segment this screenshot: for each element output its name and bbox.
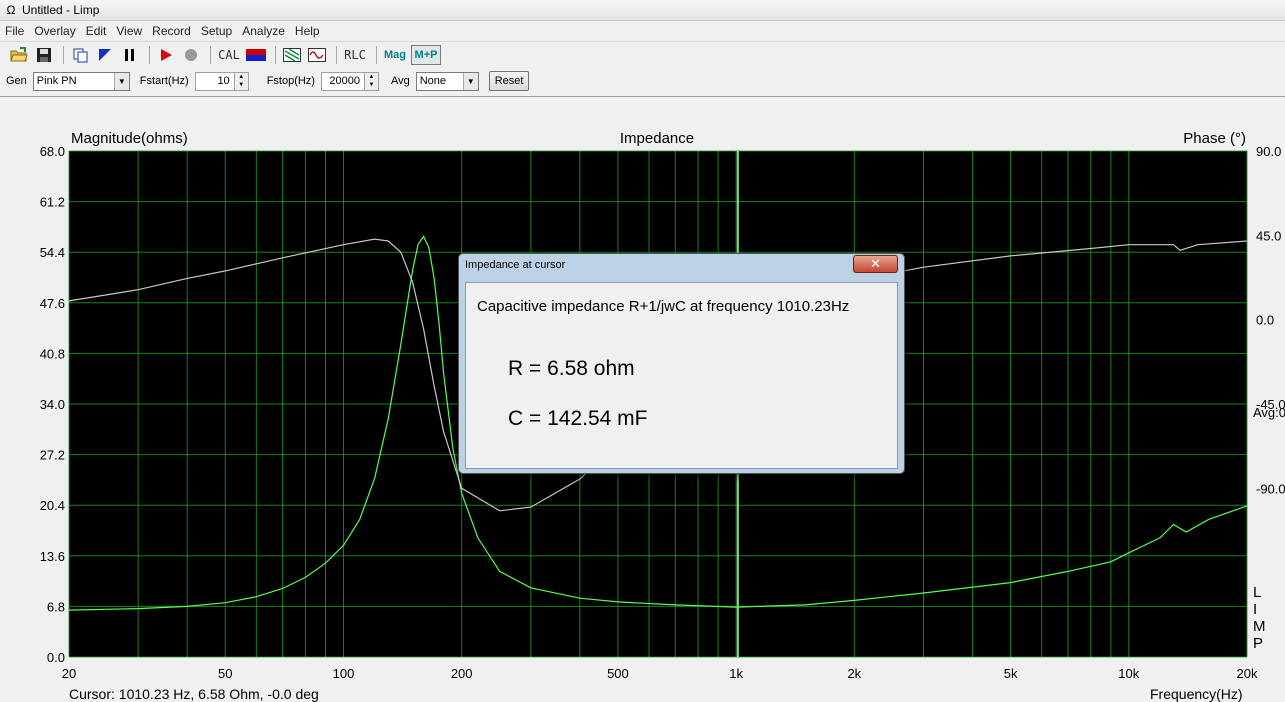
impedance-description: Capacitive impedance R+1/jwC at frequenc…	[477, 298, 850, 315]
menu-analyze[interactable]: Analyze	[237, 24, 290, 38]
y-tick-label: 13.6	[40, 549, 65, 564]
toolbar-separator	[210, 45, 211, 64]
menu-setup[interactable]: Setup	[196, 24, 237, 38]
menu-overlay[interactable]: Overlay	[29, 24, 80, 38]
pause-icon[interactable]	[119, 44, 141, 66]
y-tick-label: 27.2	[40, 448, 65, 463]
stop-icon[interactable]	[180, 44, 202, 66]
y-tick-label: 68.0	[40, 144, 65, 159]
x-tick-label: 10k	[1118, 666, 1139, 681]
chart-y2label: Phase (°)	[1183, 130, 1246, 147]
y-tick-label: 61.2	[40, 195, 65, 210]
menu-bar: File Overlay Edit View Record Setup Anal…	[0, 21, 1285, 41]
avg-label: Avg	[390, 75, 410, 87]
y-tick-label: 6.8	[47, 599, 65, 614]
fstop-label: Fstop(Hz)	[266, 75, 315, 87]
toolbar-separator	[336, 45, 337, 64]
app-icon: Ω	[6, 3, 16, 17]
x-tick-label: 200	[451, 666, 473, 681]
side-label-letter: L	[1253, 584, 1261, 601]
play-icon[interactable]	[155, 44, 177, 66]
side-label-letter: M	[1253, 618, 1266, 635]
chart-ylabel: Magnitude(ohms)	[71, 130, 188, 147]
x-tick-label: 20	[62, 666, 76, 681]
chevron-down-icon: ▼	[113, 72, 129, 90]
cursor-status: Cursor: 1010.23 Hz, 6.58 Ohm, -0.0 deg	[69, 686, 319, 702]
reset-button[interactable]: Reset	[488, 71, 530, 91]
generator-value: Pink PN	[36, 75, 77, 87]
marker-icon[interactable]	[94, 44, 116, 66]
x-tick-label: 50	[218, 666, 232, 681]
x-tick-label: 2k	[847, 666, 861, 681]
y2-tick-label: 90.0	[1256, 144, 1281, 159]
fstart-value: 10	[217, 75, 230, 87]
avg-select[interactable]: None ▼	[415, 71, 479, 91]
chart-title: Impedance	[620, 130, 694, 147]
toolbar-separator	[63, 45, 64, 64]
fstart-label: Fstart(Hz)	[139, 75, 189, 87]
menu-record[interactable]: Record	[147, 24, 196, 38]
y-tick-label: 20.4	[40, 498, 65, 513]
y-tick-label: 0.0	[47, 650, 65, 665]
toolbar: CAL RLC Mag M+P	[0, 41, 1285, 67]
toolbar-separator	[149, 45, 150, 64]
window-title: Untitled - Limp	[22, 3, 100, 17]
gen-label: Gen	[6, 75, 27, 87]
menu-file[interactable]: File	[0, 24, 29, 38]
close-icon[interactable]: ✕	[853, 255, 898, 273]
dialog-body: Capacitive impedance R+1/jwC at frequenc…	[465, 282, 898, 469]
y2-tick-label: 45.0	[1256, 228, 1281, 243]
x-tick-label: 500	[607, 666, 629, 681]
y-tick-label: 54.4	[40, 245, 65, 260]
x-tick-label: 20k	[1237, 666, 1258, 681]
side-label-letter: P	[1253, 635, 1263, 652]
capacitance-value: C = 142.54 mF	[508, 407, 648, 430]
filter-icon[interactable]	[281, 44, 303, 66]
frequency-axis-label: Frequency(Hz)	[1150, 686, 1243, 702]
y-tick-label: 34.0	[40, 397, 65, 412]
open-folder-icon[interactable]	[8, 44, 30, 66]
toolbar-separator	[275, 45, 276, 64]
chevron-down-icon: ▼	[462, 72, 478, 90]
color-bar-icon[interactable]	[245, 44, 267, 66]
side-labels: LIMP	[1253, 584, 1266, 652]
x-tick-label: 5k	[1004, 666, 1018, 681]
control-bar: Gen Pink PN ▼ Fstart(Hz) 10 ▲ ▼ Fstop(Hz)…	[0, 67, 1285, 95]
y2-tick-label: 0.0	[1256, 313, 1274, 328]
mag-button[interactable]: Mag	[382, 44, 408, 66]
avg-label: Avg:0	[1253, 405, 1285, 420]
menu-view[interactable]: View	[111, 24, 147, 38]
fstart-input[interactable]: 10	[194, 71, 235, 91]
fstop-input[interactable]: 20000	[320, 71, 365, 91]
resistance-value: R = 6.58 ohm	[508, 357, 635, 380]
y2-tick-label: -90.0	[1256, 481, 1285, 496]
rlc-button[interactable]: RLC	[342, 44, 368, 66]
copy-icon[interactable]	[69, 44, 91, 66]
menu-edit[interactable]: Edit	[81, 24, 112, 38]
impedance-dialog[interactable]: Impedance at cursor ✕ Capacitive impedan…	[458, 253, 905, 474]
avg-value: None	[419, 75, 447, 87]
fstop-value: 20000	[329, 75, 360, 87]
y-tick-label: 40.8	[40, 346, 65, 361]
save-icon[interactable]	[33, 44, 55, 66]
toolbar-separator	[376, 45, 377, 64]
waveform-icon[interactable]	[306, 44, 328, 66]
fstop-spinner[interactable]: ▲ ▼	[364, 71, 379, 91]
generator-select[interactable]: Pink PN ▼	[32, 71, 130, 91]
cal-button[interactable]: CAL	[216, 44, 242, 66]
menu-help[interactable]: Help	[290, 24, 325, 38]
fstart-spinner[interactable]: ▲ ▼	[234, 71, 249, 91]
title-bar: Ω Untitled - Limp	[0, 0, 1285, 21]
x-tick-label: 100	[333, 666, 355, 681]
x-tick-label: 1k	[729, 666, 743, 681]
y-tick-label: 47.6	[40, 296, 65, 311]
dialog-title: Impedance at cursor	[465, 259, 566, 271]
side-label-letter: I	[1253, 601, 1257, 618]
mag-phase-button[interactable]: M+P	[411, 44, 441, 65]
